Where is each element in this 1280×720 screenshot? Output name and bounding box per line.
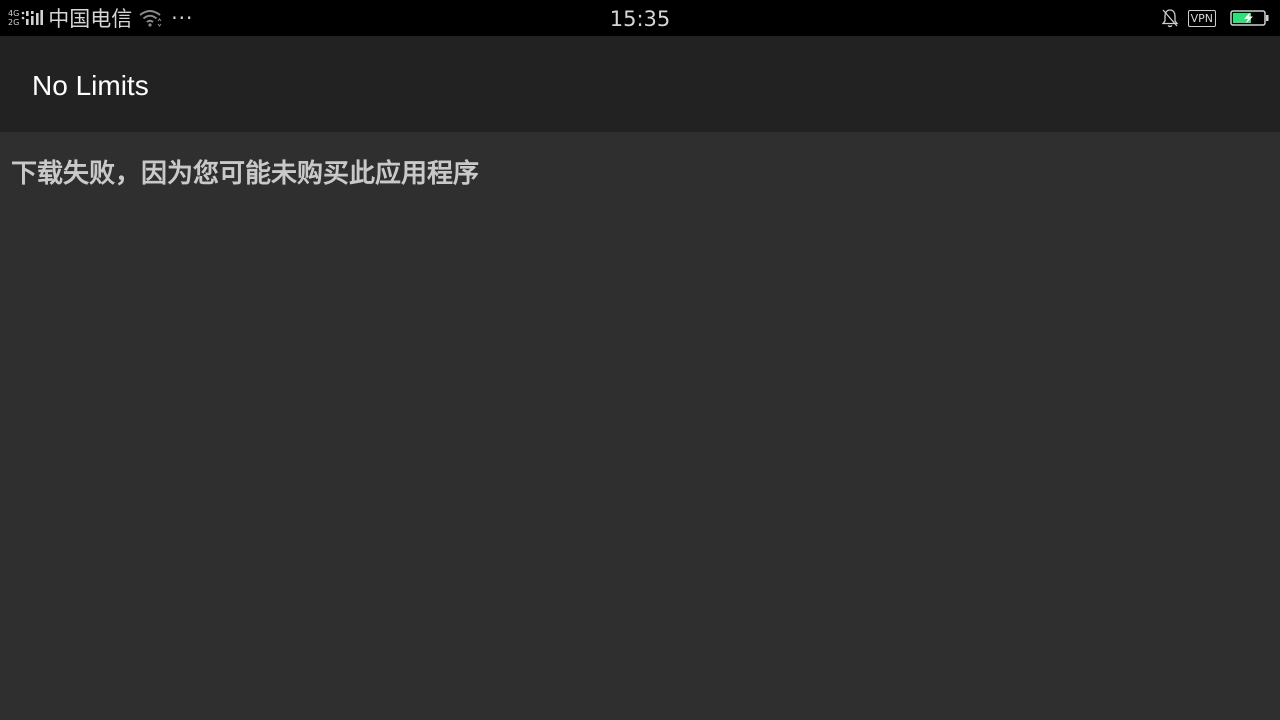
- app-title-bar: No Limits: [0, 36, 1280, 132]
- battery-charging-icon: [1230, 9, 1270, 27]
- error-message: 下载失败，因为您可能未购买此应用程序: [11, 159, 480, 189]
- bell-muted-icon: [1160, 8, 1180, 28]
- status-bar: 4G 2G 中国电信 ··· 15:35 VPN: [0, 0, 1280, 36]
- status-bar-time: 15:35: [609, 7, 671, 31]
- vpn-badge: VPN: [1187, 9, 1216, 27]
- status-bar-right: VPN: [1160, 0, 1270, 36]
- content-area: 下载失败，因为您可能未购买此应用程序: [0, 132, 1280, 720]
- app-title: No Limits: [32, 70, 149, 101]
